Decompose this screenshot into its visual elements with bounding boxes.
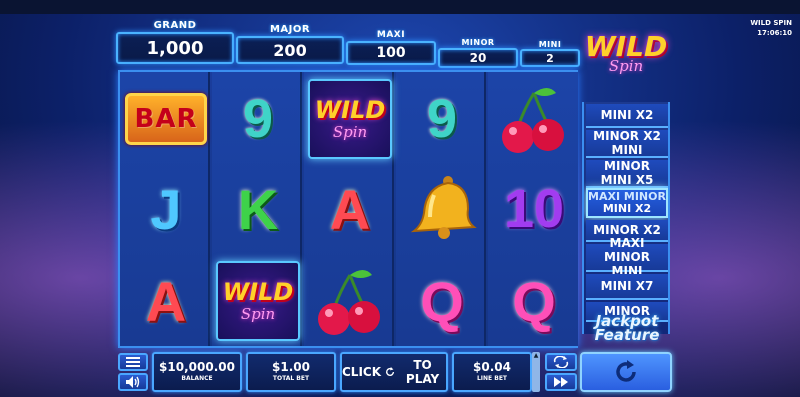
balance-caption: BALANCE [181, 375, 213, 382]
spin-text: Spin [240, 305, 276, 323]
jackpot-grand-label: GRAND [153, 20, 197, 31]
symbol-bar: BAR [120, 74, 212, 164]
jackpot-minor-label: MINOR [461, 38, 495, 47]
clock-time: 17:06:10 [757, 29, 792, 37]
symbol-wild: WILD Spin [304, 74, 396, 164]
symbol-cherry [304, 256, 396, 346]
fast-forward-icon [554, 377, 568, 387]
spin-icon [616, 360, 636, 382]
jackpot-major: MAJOR 200 [236, 24, 344, 64]
jackpot-maxi-value: 100 [346, 41, 436, 65]
game-name: WILD SPIN [750, 19, 792, 27]
speaker-icon [126, 376, 140, 388]
play-text-after: TO PLAY [405, 358, 440, 386]
feature-item-line1: MINI X2 [600, 108, 654, 122]
total-bet-caption: TOTAL BET [272, 375, 310, 382]
feature-item: MINI X7 [586, 274, 668, 300]
balance-value: $10,000.00 [159, 360, 235, 374]
bell-icon [410, 176, 477, 239]
click-to-play-button[interactable]: CLICK TO PLAY [340, 352, 448, 392]
symbol-ten-text: 10 [503, 179, 565, 239]
jackpot-feature-title-line2: Feature [594, 326, 660, 344]
jackpot-maxi-label: MAXI [376, 30, 406, 40]
symbol-wild: WILD Spin [212, 256, 304, 346]
play-text-before: CLICK [342, 365, 382, 379]
symbol-bell [396, 164, 488, 254]
menu-icon [126, 357, 140, 367]
feature-item-line1: MINI X7 [600, 279, 654, 293]
symbol-a-text: A [145, 269, 187, 333]
wild-text: WILD [222, 278, 294, 306]
jackpot-grand: GRAND 1,000 [116, 20, 234, 64]
spin-button[interactable] [580, 352, 672, 392]
jackpot-major-value: 200 [236, 36, 344, 64]
menu-button[interactable] [118, 353, 148, 371]
bet-up-icon[interactable]: ▲ [532, 352, 540, 359]
bar-text: BAR [134, 104, 198, 134]
total-bet-display[interactable]: $1.00 TOTAL BET [246, 352, 336, 392]
sound-button[interactable] [118, 373, 148, 391]
symbol-q-text: Q [420, 269, 464, 333]
symbol-nine: 9 [396, 74, 488, 164]
feature-item-line1: MINOR X2 [593, 223, 661, 237]
game-clock: WILD SPIN 17:06:10 [750, 18, 792, 38]
repeat-icon [553, 356, 569, 368]
symbol-k: K [212, 164, 304, 254]
symbol-j: J [120, 164, 212, 254]
symbol-ten: 10 [488, 164, 580, 254]
feature-item-line2: MINI [611, 143, 643, 157]
feature-item-line2: MINI X2 [602, 202, 652, 215]
wild-text: WILD [314, 96, 386, 124]
refresh-icon [386, 366, 395, 376]
symbol-a: A [304, 164, 396, 254]
feature-item: MINOR X2 MINI [586, 129, 668, 158]
feature-item-active: MAXI MINOR MINI X2 [586, 188, 668, 218]
symbol-q: Q [488, 256, 580, 346]
balance-display: $10,000.00 BALANCE [152, 352, 242, 392]
symbol-a: A [120, 256, 212, 346]
cherry-icon [502, 88, 564, 153]
jackpot-major-label: MAJOR [269, 24, 311, 35]
symbol-j-text: J [150, 177, 182, 241]
jackpot-mini-value: 2 [520, 49, 580, 67]
feature-item-line2: MINI X5 [600, 173, 654, 187]
jackpot-mini: MINI 2 [520, 40, 580, 67]
feature-item: MAXI MINOR MINI [586, 236, 668, 278]
spin-text: Spin [332, 123, 368, 141]
line-bet-caption: LINE BET [476, 375, 508, 382]
total-bet-value: $1.00 [272, 360, 310, 374]
game-logo: WILD Spin [580, 32, 672, 88]
jackpot-grand-value: 1,000 [116, 32, 234, 64]
reel-area: BAR J A 9 K WILD Spin WILD Spin A 9 Q 10… [118, 70, 578, 348]
symbol-q: Q [396, 256, 488, 346]
symbol-cherry [488, 74, 580, 164]
jackpot-minor: MINOR 20 [438, 38, 518, 68]
symbol-q-text: Q [512, 269, 556, 333]
top-strip [0, 0, 800, 14]
symbol-k-text: K [237, 177, 279, 241]
turbo-button[interactable] [545, 373, 577, 391]
symbol-a-text: A [329, 177, 371, 241]
autoplay-button[interactable] [545, 353, 577, 371]
feature-item: MINOR MINI X5 [586, 159, 668, 188]
jackpot-mini-label: MINI [538, 40, 562, 49]
jackpot-maxi: MAXI 100 [346, 30, 436, 65]
symbol-nine-text: 9 [426, 89, 458, 149]
feature-item-line1: MINOR [604, 159, 650, 173]
symbol-nine: 9 [212, 74, 304, 164]
jackpot-feature-title: Jackpot Feature [580, 314, 674, 344]
feature-item-line1: MINOR X2 [593, 129, 661, 143]
jackpot-feature-panel: MINI X2 MINOR X2 MINI MINOR MINI X5 MAXI… [582, 102, 670, 334]
feature-item: MINI X2 [586, 104, 668, 128]
cherry-icon [318, 270, 380, 335]
line-bet-value: $0.04 [473, 360, 511, 374]
symbol-nine-text: 9 [242, 89, 274, 149]
line-bet-display[interactable]: $0.04 LINE BET [452, 352, 532, 392]
jackpot-minor-value: 20 [438, 48, 518, 68]
feature-item-line1: MAXI MINOR [604, 236, 650, 264]
bet-stepper[interactable]: ▲ [532, 352, 540, 392]
